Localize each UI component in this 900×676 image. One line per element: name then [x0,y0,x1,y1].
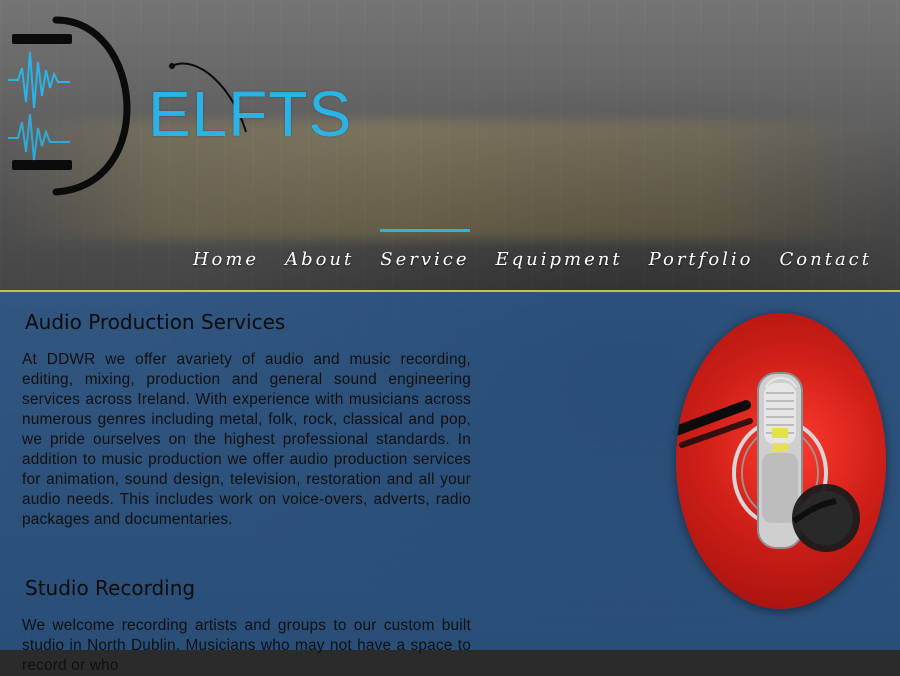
site-logo[interactable]: ELFTS [8,10,351,200]
audio-production-title: Audio Production Services [25,310,286,334]
nav-portfolio-link[interactable]: Portfolio [649,249,754,272]
header-divider [0,290,900,292]
studio-recording-body: We welcome recording artists and groups … [22,617,471,674]
nav-home-link[interactable]: Home [193,249,259,272]
audio-production-section: Audio Production Services At DDWR we off… [22,310,471,530]
studio-microphone-image [676,313,886,609]
main-nav: Home About Service Equipment Portfolio C… [193,229,872,272]
nav-about-link[interactable]: About [285,249,354,272]
audio-production-body: At DDWR we offer avariety of audio and m… [22,351,471,528]
main-content: Audio Production Services At DDWR we off… [22,310,471,676]
nav-contact-link[interactable]: Contact [780,249,872,272]
studio-recording-title: Studio Recording [25,576,196,600]
nav-equipment-link[interactable]: Equipment [496,249,623,272]
nav-service-link[interactable]: Service [380,229,470,272]
studio-recording-section: Studio Recording We welcome recording ar… [22,576,471,676]
logo-text: ELFTS [148,78,353,150]
microphone-icon [676,372,860,552]
